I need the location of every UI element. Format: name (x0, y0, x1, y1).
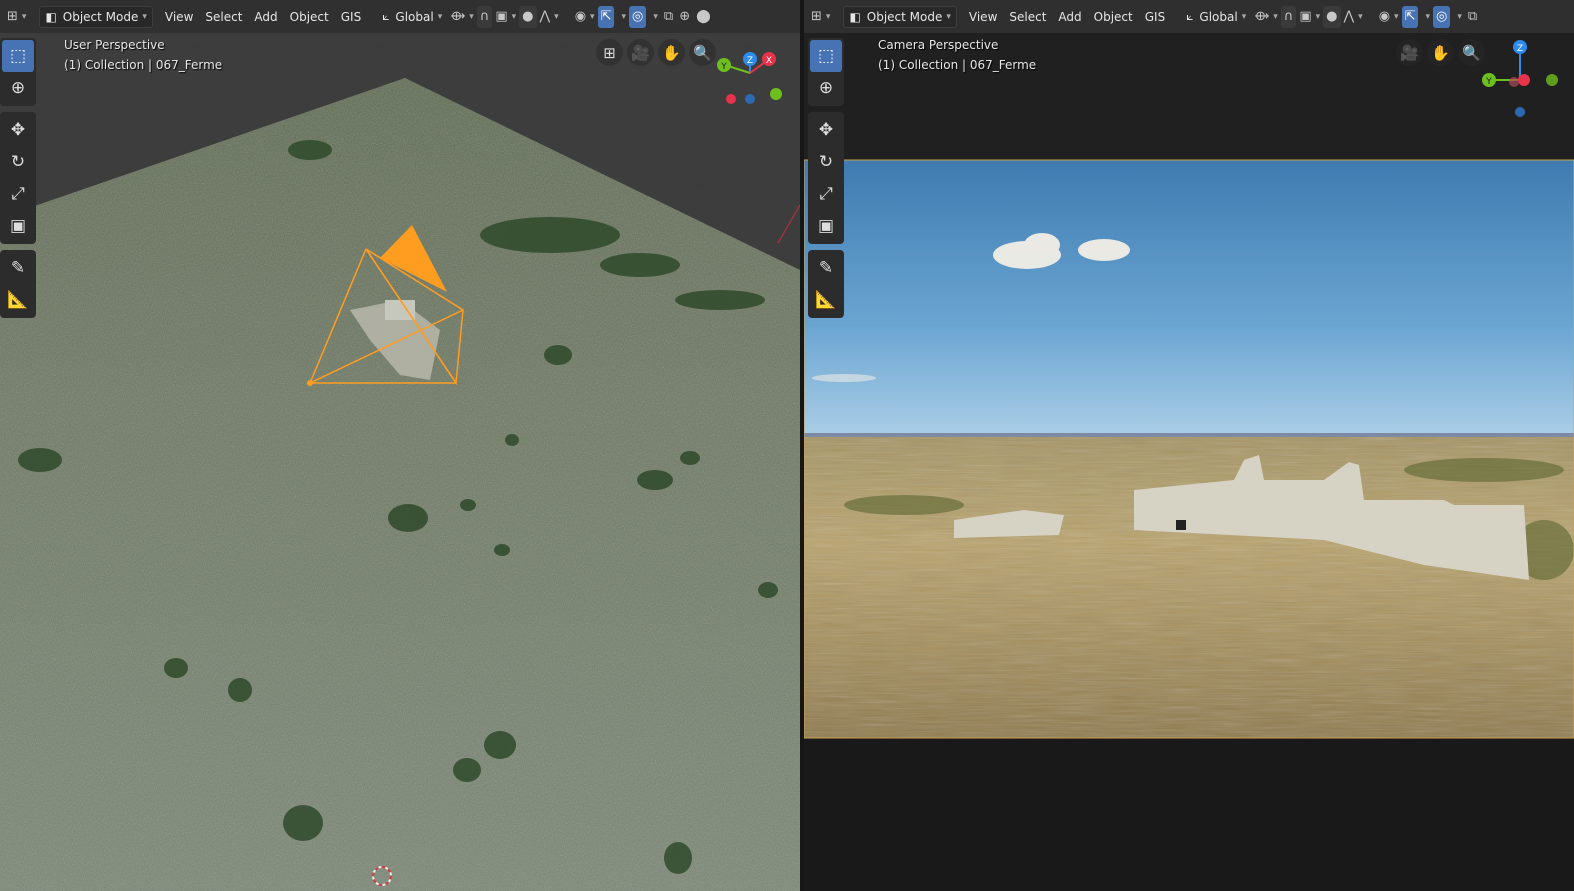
orientation-dropdown[interactable]: ⟀ Global ▾ (1181, 6, 1251, 28)
menu-select[interactable]: Select (1004, 6, 1051, 28)
menu-view[interactable]: View (964, 6, 1002, 28)
menu-select[interactable]: Select (200, 6, 247, 28)
gizmo-x-label: X (766, 56, 772, 66)
left-viewport-header: ⊞ ▾ ◧ Object Mode ▾ View Select Add Objec… (0, 0, 800, 33)
chevron-down-icon: ▾ (437, 11, 443, 22)
scale-icon[interactable]: ⤢ (810, 178, 842, 210)
menu-object[interactable]: Object (1089, 6, 1138, 28)
solid-shading-icon[interactable]: ⬤ (693, 6, 714, 28)
view-name-label: Camera Perspective (878, 38, 999, 52)
menu-view[interactable]: View (160, 6, 198, 28)
rotate-icon[interactable]: ↻ (810, 146, 842, 178)
gizmo-dropdown-icon[interactable]: ▾ (614, 6, 629, 28)
menu-object[interactable]: Object (285, 6, 334, 28)
object-mode-icon: ◧ (45, 9, 57, 24)
gizmo-z-label: Z (747, 56, 753, 66)
gizmo-dropdown-icon[interactable]: ▾ (1418, 6, 1433, 28)
mode-label: Object Mode (866, 9, 943, 24)
editor-type-icon[interactable]: ⊞ ▾ (4, 6, 29, 28)
overlay-dropdown-icon[interactable]: ▾ (646, 6, 661, 28)
right-viewport-header: ⊞ ▾ ◧ Object Mode ▾ View Select Add Objec… (804, 0, 1574, 33)
overlay-toggle-icon[interactable]: ◎ (1433, 5, 1451, 28)
snap-icon[interactable]: ∩ (476, 5, 493, 28)
right-viewport-pane[interactable]: ⊞ ▾ ◧ Object Mode ▾ View Select Add Objec… (804, 0, 1574, 891)
falloff-icon[interactable]: ⋀ ▾ (537, 6, 562, 28)
select-box-icon[interactable]: ⬚ (2, 40, 34, 72)
falloff-icon[interactable]: ⋀ ▾ (1341, 6, 1366, 28)
measure-icon[interactable]: 📐 (810, 284, 842, 316)
snap-icon[interactable]: ∩ (1280, 5, 1297, 28)
cursor-icon[interactable]: ⊕ (2, 72, 34, 104)
menu-add[interactable]: Add (249, 6, 282, 28)
overlay-toggle-icon[interactable]: ◎ (629, 5, 647, 28)
gizmo-z-label: Z (1517, 44, 1523, 54)
menu-gis[interactable]: GIS (1140, 6, 1170, 28)
right-toolbar: ⬚ ⊕ ✥ ↻ ⤢ ▣ ✎ 📐 (808, 38, 844, 324)
object-mode-icon: ◧ (849, 9, 861, 24)
camera-view-icon[interactable]: 🎥 (1396, 39, 1423, 66)
orientation-icon: ⟀ (382, 9, 390, 23)
grid-view-icon[interactable]: ⊞ (596, 39, 623, 66)
gizmo-toggle-icon[interactable]: ⇱ (1401, 5, 1419, 28)
gizmo-toggle-icon[interactable]: ⇱ (597, 5, 615, 28)
cursor-icon[interactable]: ⊕ (810, 72, 842, 104)
camera-frame (804, 160, 1574, 738)
visibility-icon[interactable]: ◉ ▾ (572, 6, 598, 28)
menu-gis[interactable]: GIS (336, 6, 366, 28)
pivot-icon[interactable]: ⟴ ▾ (1251, 6, 1281, 28)
camera-view-icon[interactable]: 🎥 (627, 39, 654, 66)
scale-icon[interactable]: ⤢ (2, 178, 34, 210)
mode-dropdown[interactable]: ◧ Object Mode ▾ (39, 5, 153, 28)
annotate-icon[interactable]: ✎ (810, 252, 842, 284)
camera-perspective-viewport[interactable]: Camera Perspective (1) Collection | 067_… (804, 0, 1574, 891)
gizmo-y-label: Y (720, 62, 727, 72)
right-nav-controls: 🎥 ✋ 🔍 (1396, 39, 1485, 66)
transform-icon[interactable]: ▣ (810, 210, 842, 242)
move-icon[interactable]: ✥ (2, 114, 34, 146)
navigation-gizmo[interactable]: Z X Y (710, 46, 790, 112)
proportional-edit-icon[interactable]: ● (1323, 5, 1341, 28)
view-name-label: User Perspective (64, 38, 165, 52)
camera-scene (804, 0, 1574, 891)
pivot-icon[interactable]: ⟴ ▾ (447, 6, 477, 28)
pan-hand-icon[interactable]: ✋ (658, 39, 685, 66)
pan-hand-icon[interactable]: ✋ (1427, 39, 1454, 66)
proportional-edit-icon[interactable]: ● (519, 5, 537, 28)
mode-label: Object Mode (62, 9, 139, 24)
wireframe-shading-icon[interactable]: ⊕ (676, 6, 693, 28)
move-icon[interactable]: ✥ (810, 114, 842, 146)
gizmo-y-label: Y (1485, 77, 1492, 87)
left-viewport-pane[interactable]: ⊞ ▾ ◧ Object Mode ▾ View Select Add Objec… (0, 0, 800, 891)
orientation-label: Global (395, 9, 434, 24)
orientation-icon: ⟀ (1186, 9, 1194, 23)
chevron-down-icon: ▾ (946, 11, 951, 22)
snap-target-icon[interactable]: ▣ ▾ (492, 6, 519, 28)
mode-dropdown[interactable]: ◧ Object Mode ▾ (843, 5, 957, 28)
collection-label: (1) Collection | 067_Ferme (878, 58, 1037, 72)
orientation-dropdown[interactable]: ⟀ Global ▾ (377, 6, 447, 28)
collection-label: (1) Collection | 067_Ferme (64, 58, 223, 72)
user-perspective-viewport[interactable]: User Perspective (1) Collection | 067_Fe… (0, 0, 800, 891)
terrain-scene (0, 0, 800, 891)
transform-icon[interactable]: ▣ (2, 210, 34, 242)
chevron-down-icon: ▾ (142, 11, 147, 22)
editor-type-icon[interactable]: ⊞ ▾ (808, 6, 833, 28)
overlay-dropdown-icon[interactable]: ▾ (1450, 6, 1465, 28)
annotate-icon[interactable]: ✎ (2, 252, 34, 284)
chevron-down-icon: ▾ (1241, 11, 1247, 22)
left-nav-controls: ⊞ 🎥 ✋ 🔍 (596, 39, 716, 66)
navigation-gizmo[interactable]: Z Y (1478, 38, 1568, 122)
xray-icon[interactable]: ⧉ (1465, 6, 1480, 28)
left-toolbar: ⬚ ⊕ ✥ ↻ ⤢ ▣ ✎ 📐 (0, 38, 36, 324)
menu-add[interactable]: Add (1053, 6, 1086, 28)
rotate-icon[interactable]: ↻ (2, 146, 34, 178)
orientation-label: Global (1199, 9, 1238, 24)
visibility-icon[interactable]: ◉ ▾ (1376, 6, 1402, 28)
measure-icon[interactable]: 📐 (2, 284, 34, 316)
snap-target-icon[interactable]: ▣ ▾ (1296, 6, 1323, 28)
select-box-icon[interactable]: ⬚ (810, 40, 842, 72)
xray-icon[interactable]: ⧉ (661, 6, 676, 28)
